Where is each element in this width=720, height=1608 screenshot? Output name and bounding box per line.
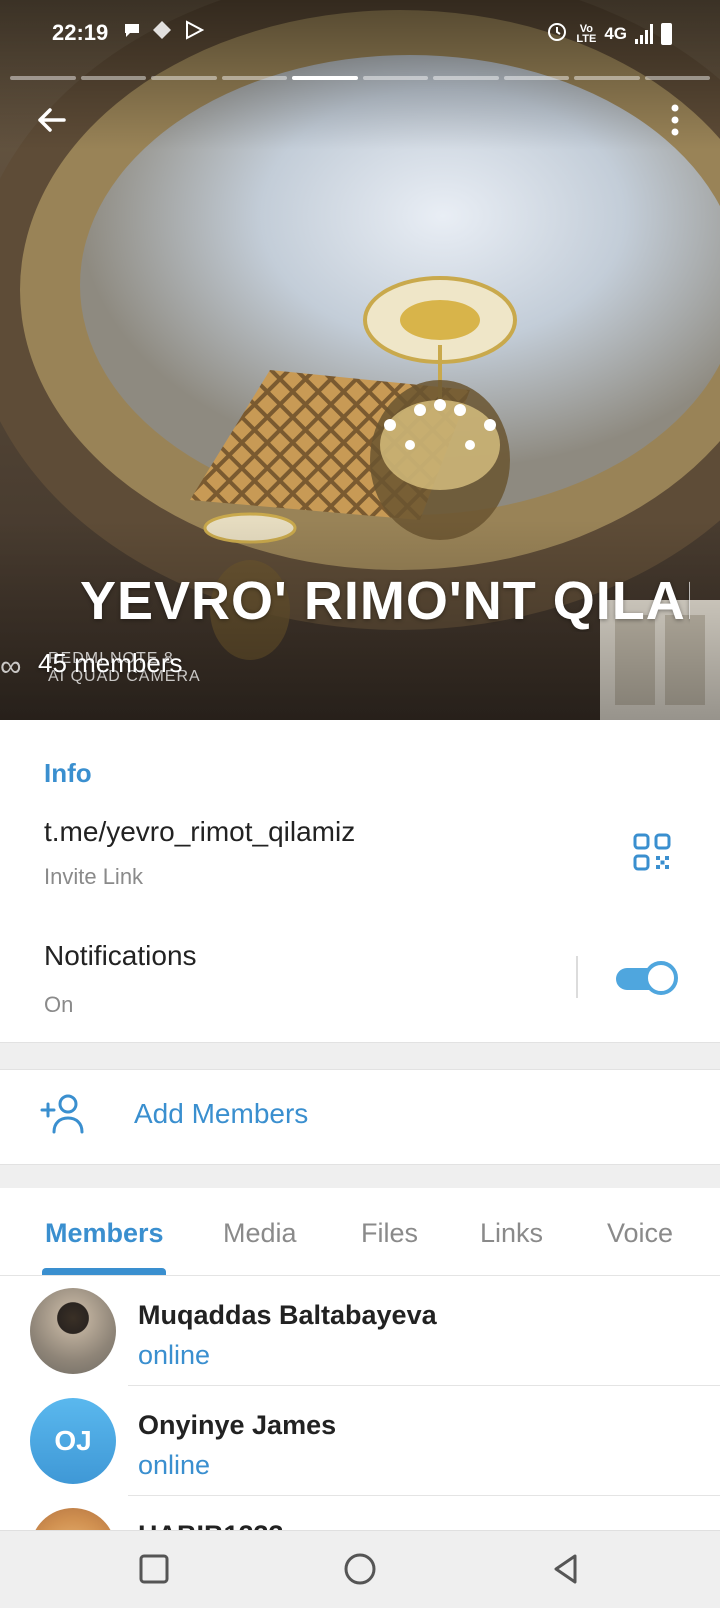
tab-links[interactable]: Links xyxy=(480,1218,543,1249)
tab-media[interactable]: Media xyxy=(223,1218,297,1249)
status-bar: 22:19 Vo LTE 4G xyxy=(0,0,720,70)
tab-voice[interactable]: Voice xyxy=(607,1218,673,1249)
add-user-icon xyxy=(40,1094,84,1134)
battery-icon xyxy=(661,22,672,45)
notifications-label[interactable]: Notifications xyxy=(44,940,197,972)
status-right-group: Vo LTE 4G xyxy=(546,20,672,47)
qr-code-button[interactable] xyxy=(632,832,672,872)
chat-bubble-icon xyxy=(122,20,142,46)
back-button[interactable] xyxy=(30,98,74,142)
invite-link-label: Invite Link xyxy=(44,864,144,889)
nav-back-button[interactable] xyxy=(548,1551,584,1587)
invite-link[interactable]: t.me/yevro_rimot_qilamiz xyxy=(44,816,355,848)
section-gap xyxy=(0,1042,720,1070)
notifications-value: On xyxy=(44,992,74,1017)
list-item[interactable]: OJ Onyinye James online xyxy=(0,1386,720,1496)
group-header-photo[interactable]: 22:19 Vo LTE 4G YEVRO' RIMO'NT QILAM ∞ R… xyxy=(0,0,720,720)
home-icon xyxy=(344,1553,376,1585)
member-status: online xyxy=(138,1340,211,1370)
list-item[interactable]: Muqaddas Baltabayeva online xyxy=(0,1276,720,1386)
recent-apps-button[interactable] xyxy=(136,1551,172,1587)
tab-files[interactable]: Files xyxy=(361,1218,418,1249)
network-type: 4G xyxy=(604,23,627,43)
arrow-left-icon xyxy=(38,108,66,132)
status-time: 22:19 xyxy=(52,20,109,45)
alarm-icon xyxy=(546,20,568,47)
camera-lens-icon: ∞ xyxy=(0,650,22,683)
photo-progress-bars xyxy=(10,76,710,80)
info-title: Info xyxy=(44,758,92,788)
member-status: online xyxy=(138,1450,211,1480)
avatar: OJ xyxy=(30,1398,116,1484)
profile-tabs: Members Media Files Links Voice xyxy=(0,1188,720,1276)
add-members-label: Add Members xyxy=(134,1098,309,1129)
member-name: Muqaddas Baltabayeva xyxy=(138,1300,437,1330)
section-gap xyxy=(0,1164,720,1188)
tab-members[interactable]: Members xyxy=(45,1218,164,1249)
notifications-toggle[interactable] xyxy=(614,958,680,998)
members-count: 45 members xyxy=(38,648,183,678)
play-store-icon xyxy=(184,20,205,46)
volte-icon: Vo LTE xyxy=(576,22,597,45)
back-icon xyxy=(554,1554,577,1584)
add-members-button[interactable]: Add Members xyxy=(0,1070,720,1164)
more-options-button[interactable] xyxy=(660,100,690,140)
member-name: Onyinye James xyxy=(138,1410,337,1440)
info-section: Info t.me/yevro_rimot_qilamiz Invite Lin… xyxy=(0,720,720,1042)
recent-apps-icon xyxy=(139,1554,169,1584)
diamond-icon xyxy=(152,20,172,46)
avatar xyxy=(30,1288,116,1374)
signal-icon xyxy=(635,23,653,44)
toggle-knob xyxy=(644,961,678,995)
tab-indicator xyxy=(42,1268,166,1275)
divider xyxy=(576,956,578,998)
qr-code-icon xyxy=(633,833,671,871)
system-nav-bar xyxy=(0,1530,720,1608)
group-title: YEVRO' RIMO'NT QILAM xyxy=(80,571,690,631)
more-vertical-icon xyxy=(671,104,679,136)
home-button[interactable] xyxy=(342,1551,378,1587)
